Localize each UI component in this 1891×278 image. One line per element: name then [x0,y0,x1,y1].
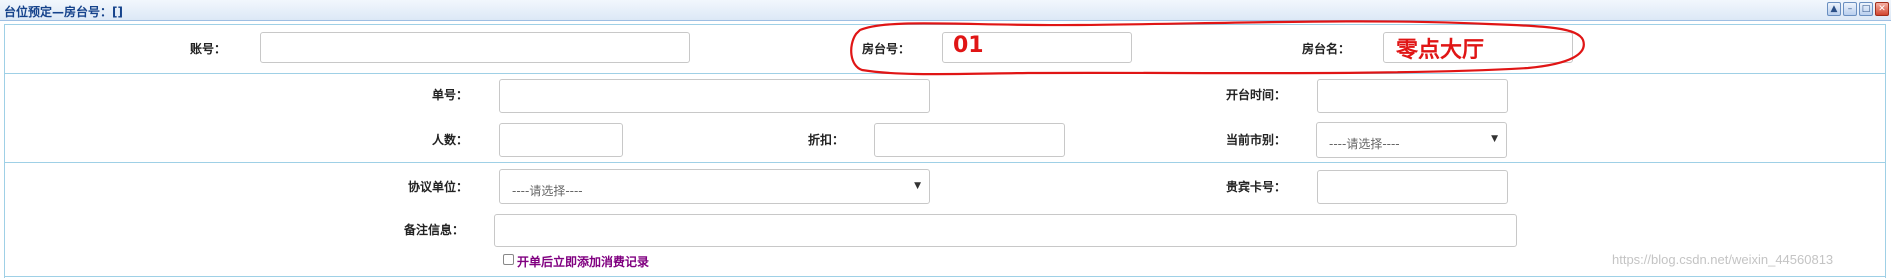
minimize-icon[interactable]: – [1843,2,1857,16]
people-label: 人数： [432,133,469,147]
currency-label: 当前市别： [1226,133,1287,147]
section-divider [4,276,1886,277]
agreement-unit-select[interactable]: ----请选择---- ▼ [499,169,930,204]
window-title: 台位预定—房台号：[] [4,5,123,19]
annotation-stroke [850,20,1585,76]
order-no-input[interactable] [499,79,930,113]
window-titlebar: 台位预定—房台号：[] ▲ – □ ✕ [0,0,1891,21]
add-consumption-checkbox[interactable] [503,254,514,265]
add-consumption-label[interactable]: 开单后立即添加消费记录 [517,253,649,270]
window-controls: ▲ – □ ✕ [1827,2,1889,16]
close-icon[interactable]: ✕ [1875,2,1889,16]
currency-select-value: ----请选择---- [1329,137,1400,151]
annotation-ellipse [850,20,1585,76]
account-input[interactable] [260,32,690,63]
discount-label: 折扣： [808,133,845,147]
remarks-input[interactable] [494,214,1517,247]
section-divider [4,162,1886,163]
maximize-icon[interactable]: □ [1859,2,1873,16]
chevron-down-icon: ▼ [914,181,921,191]
discount-input[interactable] [874,123,1065,157]
open-time-label: 开台时间： [1226,88,1287,102]
vip-card-input[interactable] [1317,170,1508,204]
agreement-unit-select-value: ----请选择---- [512,184,583,198]
people-input[interactable] [499,123,623,157]
agreement-unit-label: 协议单位： [408,180,469,194]
chevron-down-icon: ▼ [1491,134,1498,144]
chevron-up-icon[interactable]: ▲ [1827,2,1841,16]
currency-select[interactable]: ----请选择---- ▼ [1316,122,1507,158]
account-label: 账号： [190,42,227,56]
open-time-input[interactable] [1317,79,1508,113]
watermark: https://blog.csdn.net/weixin_44560813 [1612,252,1834,267]
remarks-label: 备注信息： [404,223,465,237]
vip-card-label: 贵宾卡号： [1226,180,1287,194]
order-no-label: 单号： [432,88,469,102]
